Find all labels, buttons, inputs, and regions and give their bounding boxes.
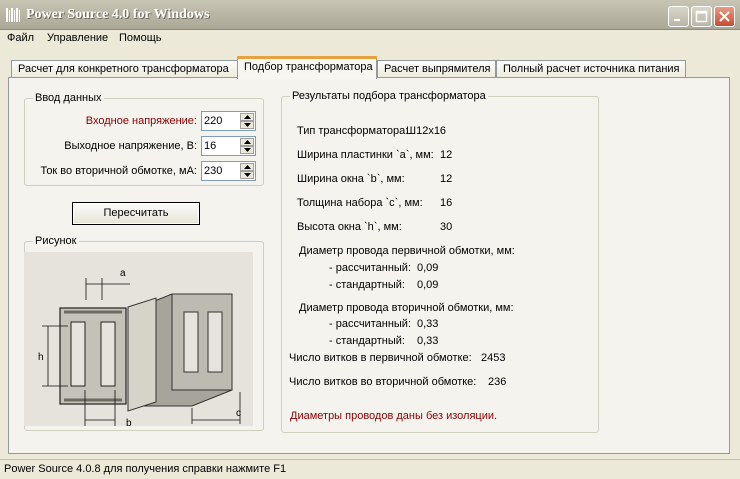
window-title: Power Source 4.0 for Windows [26,7,210,22]
primary-standard-label: - стандартный: [329,279,405,291]
maximize-icon [695,10,708,23]
output-voltage-value[interactable]: 16 [204,140,216,152]
plate-width-label: Ширина пластинки `a`, мм: [297,149,434,161]
input-voltage-down-button[interactable] [240,121,254,129]
recalculate-button[interactable]: Пересчитать [72,202,200,225]
transformer-type-label: Тип трансформатора: [297,125,409,137]
tab-transformer-selection[interactable]: Подбор трансформатора [237,56,377,79]
arrow-up-icon [244,140,251,144]
close-button[interactable] [714,6,735,27]
app-barcode-icon [6,8,20,22]
stack-thickness-value: 16 [440,197,453,209]
maximize-button[interactable] [691,6,712,27]
input-group-title: Ввод данных [33,92,104,104]
output-voltage-label: Выходное напряжение, В: [64,140,197,152]
status-bar: Power Source 4.0.8 для получения справки… [0,459,740,479]
arrow-down-icon [244,148,251,152]
output-voltage-up-button[interactable] [240,138,254,146]
secondary-current-value[interactable]: 230 [204,165,222,177]
menu-help[interactable]: Помощь [119,32,162,44]
secondary-current-up-button[interactable] [240,163,254,171]
minimize-button[interactable] [668,6,689,27]
secondary-current-spinner[interactable]: 230 [201,161,256,181]
dim-label-a: a [120,268,126,279]
tab-panel: Ввод данных Входное напряжение: 220 Выхо… [8,77,730,454]
primary-turns-value: 2453 [481,352,506,364]
picture-group-title: Рисунок [33,235,79,247]
transformer-type-value: Ш12х16 [406,125,447,137]
secondary-turns-value: 236 [488,376,507,388]
input-voltage-label: Входное напряжение: [85,115,197,127]
close-icon [719,11,730,22]
arrow-down-icon [244,173,251,177]
dim-label-c: c [236,408,241,419]
results-group-title: Результаты подбора трансформатора [290,90,488,102]
secondary-current-down-button[interactable] [240,171,254,179]
primary-calculated-label: - рассчитанный: [329,262,411,274]
secondary-calculated-label: - рассчитанный: [329,318,411,330]
window-height-value: 30 [440,221,453,233]
status-text: Power Source 4.0.8 для получения справки… [4,463,287,475]
secondary-current-label: Ток во вторичной обмотке, мА: [40,165,197,177]
secondary-turns-label: Число витков во вторичной обмотке: [289,376,477,388]
minimize-icon [674,19,680,21]
secondary-wire-title: Диаметр провода вторичной обмотки, мм: [299,302,514,314]
menu-control[interactable]: Управление [47,32,108,44]
window-width-value: 12 [440,173,453,185]
secondary-standard-label: - стандартный: [329,335,405,347]
secondary-calculated-value: 0,33 [417,318,439,330]
results-group: Результаты подбора трансформатора Тип тр… [281,90,599,433]
insulation-note: Диаметры проводов даны без изоляции. [290,410,498,422]
input-voltage-value[interactable]: 220 [204,115,222,127]
plate-width-value: 12 [440,149,453,161]
input-voltage-spinner[interactable]: 220 [201,111,256,131]
output-voltage-down-button[interactable] [240,146,254,154]
tab-strip: Расчет для конкретного трансформатора По… [0,56,740,79]
menu-bar: Файл Управление Помощь [0,30,740,48]
output-voltage-spinner[interactable]: 16 [201,136,256,156]
transformer-diagram: a h b c [38,268,241,429]
secondary-standard-value: 0,33 [417,335,439,347]
window-height-label: Высота окна `h`, мм: [297,221,402,233]
transformer-core-picture: a h b c [24,252,253,429]
stack-thickness-label: Толщина набора `c`, мм: [297,197,423,209]
primary-wire-title: Диаметр провода первичной обмотки, мм: [299,245,515,257]
input-group: Ввод данных Входное напряжение: 220 Выхо… [24,92,264,186]
primary-calculated-value: 0,09 [417,262,439,274]
primary-standard-value: 0,09 [417,279,439,291]
arrow-up-icon [244,115,251,119]
window-width-label: Ширина окна `b`, мм: [297,173,405,185]
primary-turns-label: Число витков в первичной обмотке: [289,352,472,364]
title-bar[interactable]: Power Source 4.0 for Windows [0,0,740,30]
arrow-up-icon [244,165,251,169]
dim-label-h: h [38,352,44,363]
input-voltage-up-button[interactable] [240,113,254,121]
menu-file[interactable]: Файл [7,32,34,44]
dim-label-b: b [126,418,132,426]
arrow-down-icon [244,123,251,127]
